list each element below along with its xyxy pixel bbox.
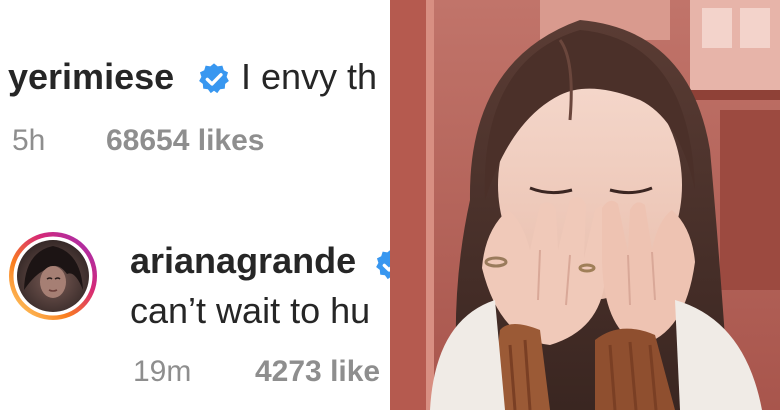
verified-badge-icon	[374, 248, 390, 287]
comment-timestamp: 19m	[133, 355, 192, 388]
reaction-photo	[390, 0, 780, 410]
comment-username[interactable]: yerimiese	[8, 56, 174, 98]
instagram-comments-panel: yerimiese I envy th 5h 68654 likes arian…	[0, 0, 390, 410]
comment-username[interactable]: arianagrande	[130, 240, 356, 282]
verified-badge-icon	[197, 62, 231, 101]
photo-woman-covering-face	[390, 0, 780, 410]
comment-likes-count[interactable]: 4273 like	[255, 355, 380, 389]
comment-text: I envy th	[241, 56, 378, 97]
comment-likes-count[interactable]: 68654 likes	[106, 124, 264, 158]
comment-text: can’t wait to hu	[130, 290, 371, 331]
comment-timestamp: 5h	[12, 124, 46, 157]
profile-avatar[interactable]	[7, 230, 99, 322]
